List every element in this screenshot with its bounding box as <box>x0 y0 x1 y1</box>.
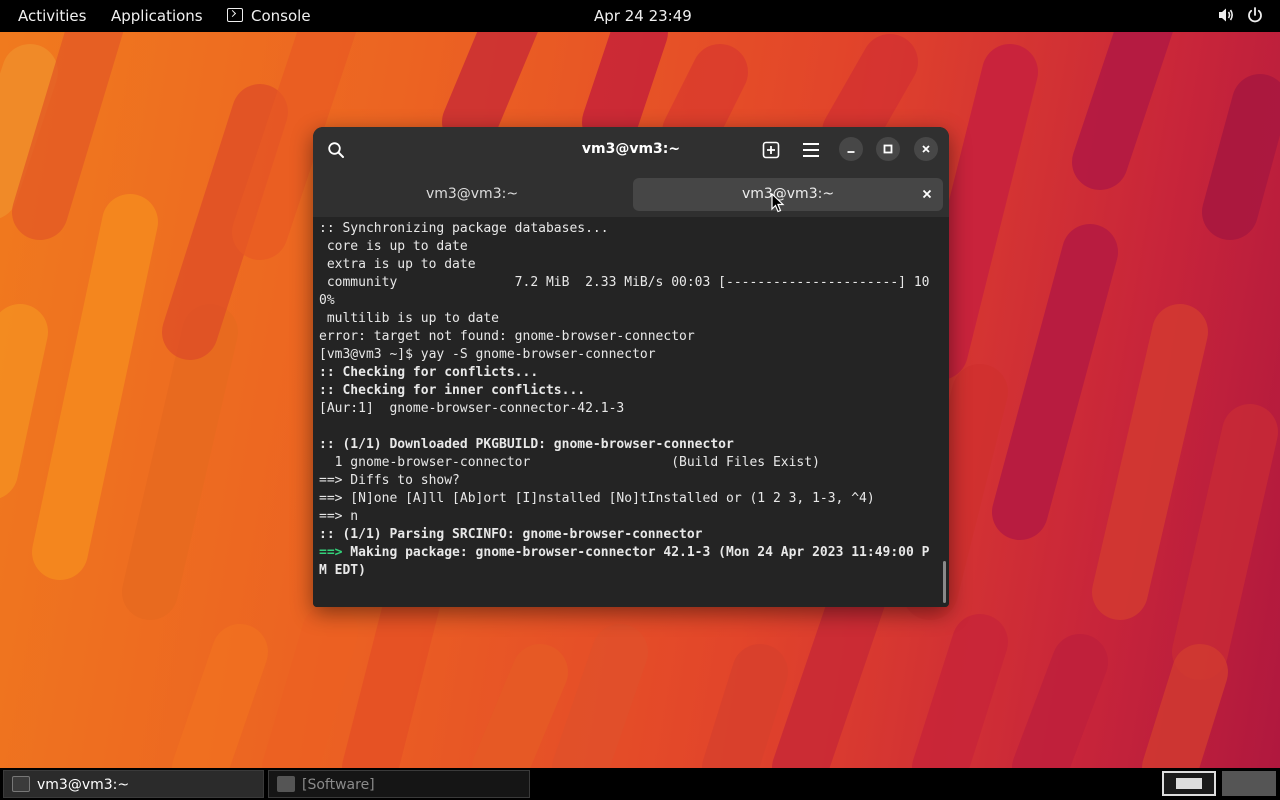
terminal-line: extra is up to date <box>319 257 476 272</box>
taskbar-item-label: [Software] <box>302 777 375 793</box>
close-button[interactable] <box>914 137 938 161</box>
terminal-line: 0% <box>319 293 335 308</box>
minimize-button[interactable] <box>839 137 863 161</box>
terminal-line: core is up to date <box>319 239 468 254</box>
bottom-taskbar: vm3@vm3:~ [Software] <box>0 768 1280 800</box>
terminal-line: ==> n <box>319 509 359 524</box>
terminal-window[interactable]: vm3@vm3:~ vm3@vm3:~ vm3@vm3:~:: Synchro… <box>313 127 949 607</box>
software-bag-icon <box>277 776 295 792</box>
terminal-line: ==> Diffs to show? <box>319 473 460 488</box>
terminal-line: [vm3@vm3 ~]$ yay -S gnome-browser-connec… <box>319 347 656 362</box>
terminal-output-area[interactable]: :: Synchronizing package databases... co… <box>313 217 949 607</box>
scrollbar[interactable] <box>943 561 946 603</box>
terminal-line: :: Synchronizing package databases... <box>319 221 609 236</box>
mouse-pointer-icon <box>771 193 785 213</box>
minimize-icon <box>847 151 855 153</box>
tab-label: vm3@vm3:~ <box>425 186 519 202</box>
workspace-2[interactable] <box>1222 771 1276 796</box>
taskbar-item-label: vm3@vm3:~ <box>37 777 130 793</box>
volume-icon[interactable] <box>1217 0 1235 32</box>
terminal-line: :: (1/1) Downloaded PKGBUILD: gnome-brow… <box>319 437 734 452</box>
terminal-line: :: (1/1) Parsing SRCINFO: gnome-browser-… <box>319 527 703 542</box>
power-icon[interactable] <box>1246 0 1264 32</box>
terminal-output: :: Synchronizing package databases... co… <box>319 220 945 580</box>
app-menu-label: Console <box>251 7 311 25</box>
terminal-icon <box>12 776 30 792</box>
new-tab-icon[interactable] <box>757 136 785 164</box>
workspace-window-thumb <box>1176 778 1202 789</box>
maximize-button[interactable] <box>876 137 900 161</box>
terminal-line: ==> [N]one [A]ll [Ab]ort [I]nstalled [No… <box>319 491 875 506</box>
terminal-line: :: Checking for conflicts... <box>319 365 539 380</box>
tab-close-icon[interactable] <box>917 184 937 204</box>
terminal-line: community 7.2 MiB 2.33 MiB/s 00:03 [----… <box>319 275 930 290</box>
tab-bar: vm3@vm3:~ vm3@vm3:~ <box>313 172 949 217</box>
taskbar-item-software[interactable]: [Software] <box>268 770 530 798</box>
maximize-icon <box>883 144 893 154</box>
terminal-line: [Aur:1] gnome-browser-connector-42.1-3 <box>319 401 625 416</box>
close-icon <box>922 145 930 153</box>
hamburger-menu-icon[interactable] <box>797 136 825 164</box>
terminal-line: multilib is up to date <box>319 311 500 326</box>
terminal-line: :: Checking for inner conflicts... <box>319 383 586 398</box>
terminal-line: ==> Making package: gnome-browser-connec… <box>319 545 930 560</box>
search-icon[interactable] <box>322 136 350 164</box>
app-menu-console[interactable]: Console <box>227 0 311 32</box>
top-bar: Activities Applications Console Apr 24 2… <box>0 0 1280 32</box>
header-bar[interactable]: vm3@vm3:~ <box>313 127 949 172</box>
terminal-line: error: target not found: gnome-browser-c… <box>319 329 695 344</box>
console-icon <box>227 8 243 22</box>
tab-1[interactable]: vm3@vm3:~ <box>319 178 625 211</box>
workspace-1[interactable] <box>1162 771 1216 796</box>
applications-menu[interactable]: Applications <box>111 0 203 32</box>
tab-2-active[interactable]: vm3@vm3:~ <box>633 178 943 211</box>
terminal-line: M EDT) <box>319 563 366 578</box>
terminal-line: 1 gnome-browser-connector (Build Files E… <box>319 455 820 470</box>
activities-button[interactable]: Activities <box>18 0 86 32</box>
taskbar-item-terminal[interactable]: vm3@vm3:~ <box>3 770 264 798</box>
clock[interactable]: Apr 24 23:49 <box>594 0 692 32</box>
tab-label: vm3@vm3:~ <box>741 186 835 202</box>
